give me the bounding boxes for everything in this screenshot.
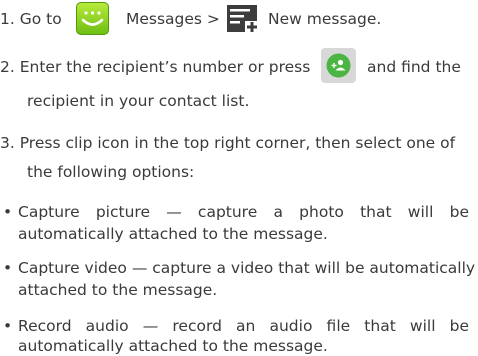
messaging-icon — [76, 2, 109, 35]
add-contact-icon — [321, 48, 356, 83]
step-3-line-2: the following options: — [27, 163, 195, 181]
option-record-audio-line-2: automatically attached to the message. — [18, 337, 328, 355]
option-capture-picture-line-2: automatically attached to the message. — [18, 225, 328, 243]
step-1-messages: Messages > — [126, 10, 220, 28]
step-number: 1. — [0, 10, 15, 28]
step-2-line-2: recipient in your contact list. — [27, 92, 250, 110]
step-text: Go to — [19, 10, 62, 28]
option-capture-picture-line-1: Capture picture — capture a photo that w… — [18, 203, 469, 221]
step-text: Enter the recipient’s number or press — [19, 58, 311, 76]
option-bullet: • — [3, 203, 13, 221]
option-capture-video-line-2: attached to the message. — [18, 281, 218, 299]
option-bullet: • — [3, 259, 13, 277]
step-1-new-message: New message. — [268, 10, 382, 28]
step-text: Press clip icon in the top right corner,… — [19, 134, 456, 152]
step-number: 3. — [0, 134, 15, 152]
new-message-icon — [226, 4, 260, 34]
step-number: 2. — [0, 58, 15, 76]
step-2-line-1b: and find the — [367, 58, 461, 76]
option-capture-video-line-1: Capture video — capture a video that wil… — [18, 259, 476, 277]
step-3-line-1: 3. Press clip icon in the top right corn… — [0, 133, 455, 153]
step-1: 1. Go to — [0, 9, 62, 29]
step-2-line-1: 2. Enter the recipient’s number or press — [0, 57, 310, 77]
option-bullet: • — [3, 317, 13, 335]
option-record-audio-line-1: Record audio — record an audio file that… — [18, 317, 469, 335]
